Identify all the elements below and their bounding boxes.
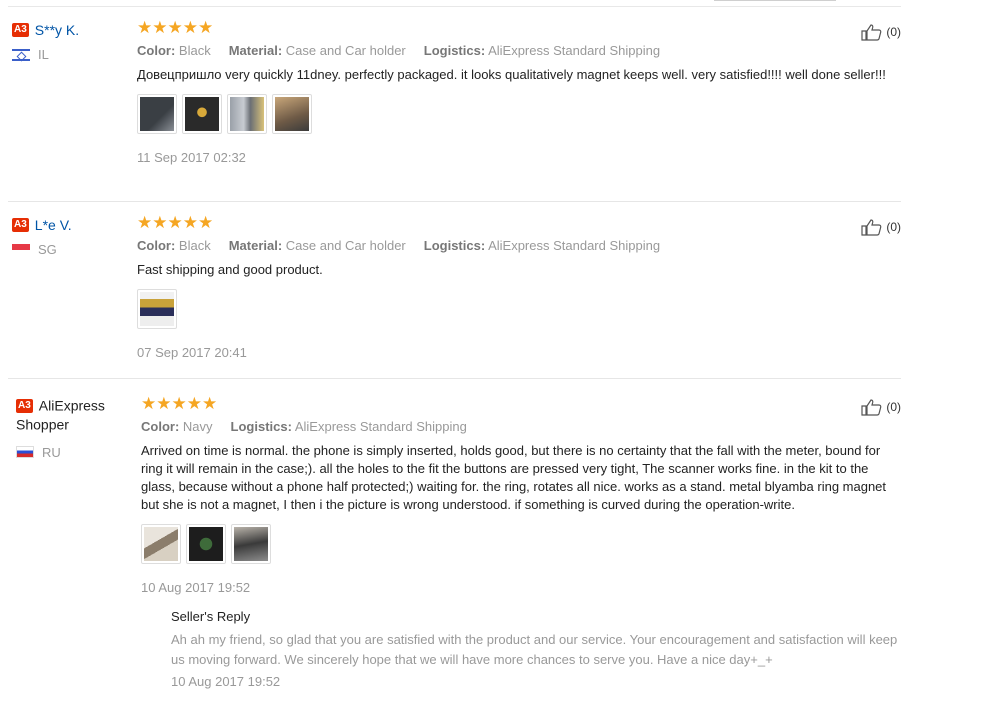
reviewer-info: A3 AliExpress Shopper RU (16, 396, 126, 462)
photo-thumbnail[interactable] (141, 524, 181, 564)
logistics-label: Logistics: (423, 43, 486, 58)
logistics-value: AliExpress Standard Shipping (488, 238, 661, 253)
review-date: 11 Sep 2017 02:32 (137, 150, 246, 165)
thumbs-up-icon (861, 24, 882, 41)
reviewer-info: A3 S**y K. IL (12, 21, 127, 62)
seller-reply-date: 10 Aug 2017 19:52 (171, 674, 281, 689)
color-value: Navy (182, 419, 213, 434)
color-label: Color: (137, 43, 176, 58)
photo-thumbnail[interactable] (137, 289, 177, 329)
thumbs-up-icon (861, 219, 882, 236)
review-attributes: Color: Black Material: Case and Car holde… (137, 238, 897, 253)
review-photos (141, 524, 901, 564)
review-photos (137, 94, 897, 134)
review-content: ★★★★★ Color: Black Material: Case and Car… (137, 19, 897, 165)
country-code: SG (38, 242, 57, 257)
material-label: Material: (228, 43, 283, 58)
country-code: RU (42, 444, 61, 460)
helpful-count: (0) (886, 25, 901, 39)
review-date: 10 Aug 2017 19:52 (141, 580, 251, 595)
logistics-label: Logistics: (230, 419, 292, 434)
review-text: Fast shipping and good product. (137, 262, 323, 277)
review-text: Довецпришло very quickly 11dney. perfect… (137, 67, 886, 82)
reviewer-name[interactable]: L*e V. (35, 217, 72, 233)
review-content: ★★★★★ Color: Black Material: Case and Car… (137, 214, 897, 360)
review-photos (137, 289, 897, 329)
country-code: IL (38, 47, 49, 62)
israel-flag-icon (12, 48, 30, 61)
color-label: Color: (137, 238, 176, 253)
photo-thumbnail[interactable] (137, 94, 177, 134)
review-item: A3 S**y K. IL ★★★★★ Color: Black Material:… (8, 7, 901, 202)
review-text: Arrived on time is normal. the phone is … (141, 443, 887, 512)
photo-thumbnail[interactable] (182, 94, 222, 134)
reviewer-country: RU (16, 443, 126, 462)
star-rating: ★★★★★ (141, 394, 218, 413)
helpful-button[interactable]: (0) (861, 398, 901, 416)
material-value: Case and Car holder (285, 238, 406, 253)
reviewer-info: A3 L*e V. SG (12, 216, 127, 257)
thumbs-up-icon (861, 399, 882, 416)
helpful-count: (0) (886, 400, 901, 414)
material-value: Case and Car holder (285, 43, 406, 58)
level-badge: A3 (12, 217, 29, 232)
helpful-button[interactable]: (0) (861, 23, 901, 41)
reviewer-name[interactable]: S**y K. (35, 22, 79, 38)
review-attributes: Color: Navy Logistics: AliExpress Standar… (141, 419, 901, 434)
russia-flag-icon (16, 446, 34, 459)
review-item: A3 L*e V. SG ★★★★★ Color: Black Material: … (8, 202, 901, 379)
logistics-value: AliExpress Standard Shipping (488, 43, 661, 58)
logistics-label: Logistics: (423, 238, 486, 253)
photo-thumbnail[interactable] (272, 94, 312, 134)
level-badge: A3 (16, 398, 33, 413)
seller-reply-text: Ah ah my friend, so glad that you are sa… (171, 632, 898, 667)
logistics-value: AliExpress Standard Shipping (294, 419, 467, 434)
level-badge: A3 (12, 22, 29, 37)
star-rating: ★★★★★ (137, 213, 214, 232)
photo-thumbnail[interactable] (227, 94, 267, 134)
star-rating: ★★★★★ (137, 18, 214, 37)
photo-thumbnail[interactable] (186, 524, 226, 564)
reviewer-country: IL (12, 47, 127, 62)
color-label: Color: (141, 419, 180, 434)
top-divider-fragment (714, 0, 836, 1)
seller-reply-title: Seller's Reply (171, 609, 251, 624)
singapore-flag-icon (12, 243, 30, 256)
review-date: 07 Sep 2017 20:41 (137, 345, 247, 360)
seller-reply: Seller's Reply Ah ah my friend, so glad … (171, 609, 901, 689)
photo-thumbnail[interactable] (231, 524, 271, 564)
review-item: A3 AliExpress Shopper RU ★★★★★ Color: Nav… (8, 379, 901, 719)
reviewer-country: SG (12, 242, 127, 257)
material-label: Material: (228, 238, 283, 253)
review-content: ★★★★★ Color: Navy Logistics: AliExpress S… (141, 395, 901, 689)
color-value: Black (178, 43, 211, 58)
review-attributes: Color: Black Material: Case and Car holde… (137, 43, 897, 58)
helpful-count: (0) (886, 220, 901, 234)
helpful-button[interactable]: (0) (861, 218, 901, 236)
color-value: Black (178, 238, 211, 253)
